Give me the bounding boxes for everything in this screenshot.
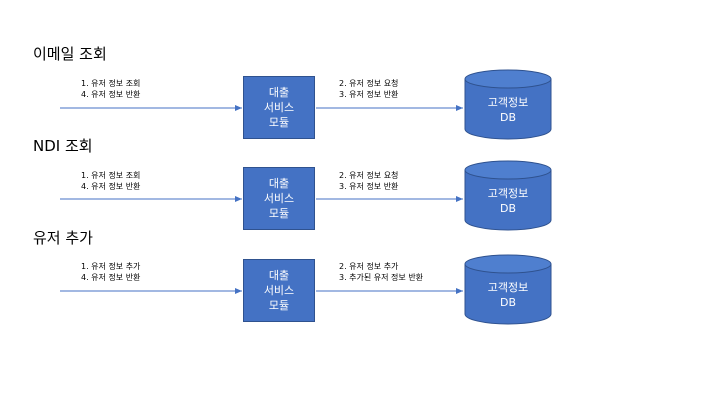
- module-label: 대출: [268, 269, 290, 282]
- loan-service-module-2: 대출 서비스 모듈: [243, 167, 315, 230]
- arrows-layer: [60, 105, 463, 294]
- db-label: 고객정보: [487, 187, 529, 200]
- module-label: 대출: [268, 86, 290, 99]
- step-label: 4. 유저 정보 반환: [81, 182, 141, 191]
- loan-service-module-3: 대출 서비스 모듈: [243, 259, 315, 322]
- db-label: DB: [499, 296, 517, 309]
- step-label: 4. 유저 정보 반환: [81, 273, 141, 282]
- left-steps-2: 1. 유저 정보 조회 4. 유저 정보 반환: [81, 170, 140, 192]
- step-label: 4. 유저 정보 반환: [81, 90, 141, 99]
- step-label: 1. 유저 정보 조회: [81, 79, 141, 88]
- step-label: 1. 유저 정보 추가: [81, 262, 141, 271]
- left-steps-3: 1. 유저 정보 추가 4. 유저 정보 반환: [81, 261, 140, 283]
- customer-db-2: 고객정보 DB: [464, 160, 552, 232]
- section-title-ndi-lookup: NDI 조회: [33, 137, 93, 155]
- customer-db-1: 고객정보 DB: [464, 69, 552, 141]
- step-label: 2. 유저 정보 요청: [339, 171, 399, 180]
- step-label: 3. 유저 정보 반환: [339, 182, 399, 191]
- db-label: 고객정보: [487, 96, 529, 109]
- step-label: 2. 유저 정보 추가: [339, 262, 399, 271]
- section-title-email-lookup: 이메일 조회: [33, 45, 107, 63]
- db-label: DB: [499, 111, 517, 124]
- module-label: 모듈: [268, 299, 290, 312]
- step-label: 1. 유저 정보 조회: [81, 171, 141, 180]
- module-label: 모듈: [268, 207, 290, 220]
- module-label: 모듈: [268, 116, 290, 129]
- step-label: 3. 추가된 유저 정보 반환: [339, 273, 424, 282]
- module-label: 서비스: [263, 284, 295, 297]
- db-label: 고객정보: [487, 281, 529, 294]
- right-steps-2: 2. 유저 정보 요청 3. 유저 정보 반환: [339, 170, 398, 192]
- module-label: 서비스: [263, 192, 295, 205]
- left-steps-1: 1. 유저 정보 조회 4. 유저 정보 반환: [81, 78, 140, 100]
- right-steps-1: 2. 유저 정보 요청 3. 유저 정보 반환: [339, 78, 398, 100]
- module-label: 대출: [268, 177, 290, 190]
- step-label: 2. 유저 정보 요청: [339, 79, 399, 88]
- db-label: DB: [499, 202, 517, 215]
- module-label: 서비스: [263, 101, 295, 114]
- right-steps-3: 2. 유저 정보 추가 3. 추가된 유저 정보 반환: [339, 261, 423, 283]
- section-title-add-user: 유저 추가: [33, 229, 93, 247]
- step-label: 3. 유저 정보 반환: [339, 90, 399, 99]
- customer-db-3: 고객정보 DB: [464, 254, 552, 326]
- loan-service-module-1: 대출 서비스 모듈: [243, 76, 315, 139]
